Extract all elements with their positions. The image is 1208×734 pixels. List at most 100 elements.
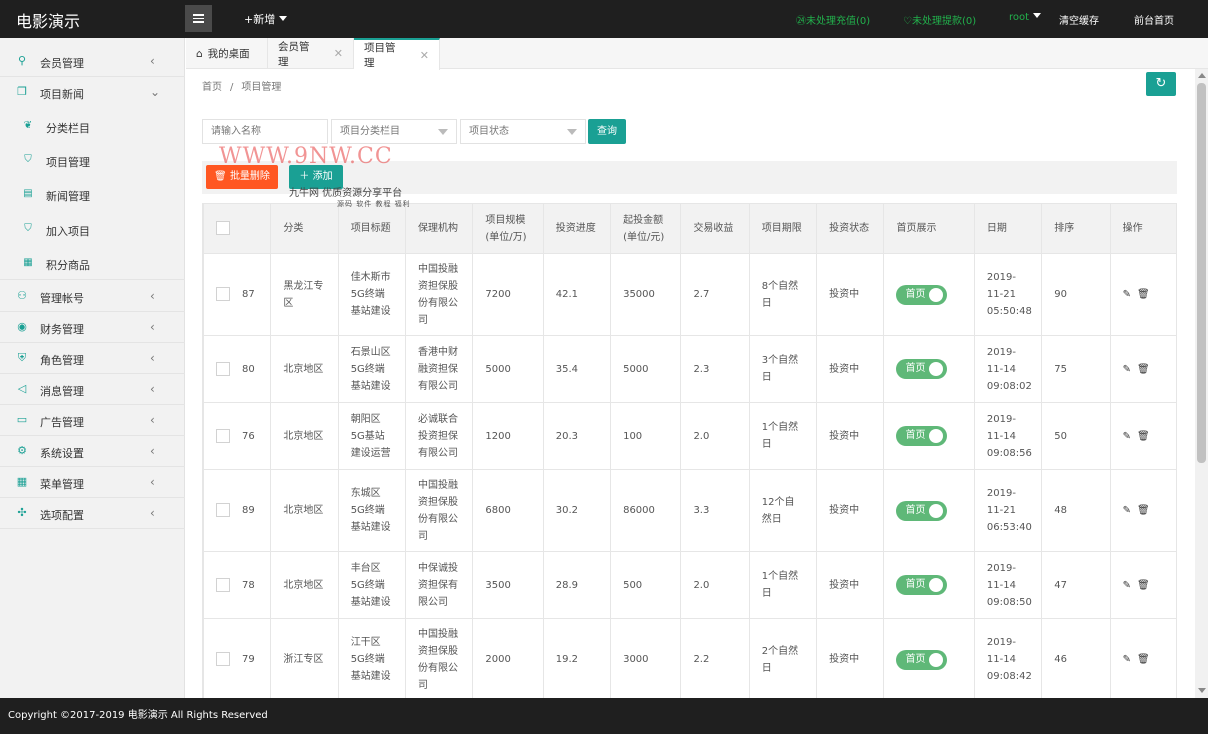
chevron-down-icon <box>1033 13 1042 18</box>
sidebar-item-options[interactable]: ✣ 选项配置 ‹ <box>0 498 185 529</box>
trash-icon[interactable]: 🗑 <box>1137 505 1150 516</box>
sidebar-item-finance[interactable]: ◉ 财务管理 ‹ <box>0 312 185 343</box>
row-checkbox[interactable] <box>216 652 230 666</box>
sidebar-item-accounts[interactable]: ⚇ 管理帐号 ‹ <box>0 281 185 312</box>
toggle-label: 首页 <box>905 579 926 590</box>
cell-scale: 6800 <box>472 469 544 552</box>
cell-term: 1个自然日 <box>748 551 818 619</box>
sidebar-item-settings[interactable]: ⚙ 系统设置 ‹ <box>0 436 185 467</box>
cell-scale: 3500 <box>472 551 544 619</box>
refresh-icon: ↻ <box>1155 76 1167 91</box>
scrollbar[interactable] <box>1195 69 1208 698</box>
sidebar-item-menus[interactable]: ▦ 菜单管理 ‹ <box>0 467 185 498</box>
trash-icon[interactable]: 🗑 <box>1137 654 1150 665</box>
cell-scale: 1200 <box>472 402 544 470</box>
home-display-toggle[interactable]: 首页 <box>896 359 948 379</box>
edit-icon[interactable]: ✎ <box>1123 505 1131 516</box>
sidebar-subitem-project-manage[interactable]: ⛉ 项目管理 <box>0 143 185 177</box>
sidebar-subitem-categories[interactable]: ❦ 分类栏目 <box>0 109 185 143</box>
frontend-home-link[interactable]: 前台首页 <box>1134 12 1174 27</box>
scrollbar-thumb[interactable] <box>1197 83 1206 463</box>
category-select[interactable]: 项目分类栏目 <box>331 119 457 144</box>
news-icon: ▤ <box>23 188 33 199</box>
row-checkbox[interactable] <box>216 577 230 592</box>
table-row: 79 浙江专区 江干区5G终端基站建设 中国投融资担保股份有限公司 2000 19.2 30… <box>203 618 1176 698</box>
edit-icon[interactable]: ✎ <box>1123 431 1131 442</box>
home-display-toggle[interactable]: 首页 <box>896 426 948 446</box>
cell-scale: 5000 <box>472 335 544 403</box>
home-display-toggle[interactable]: 首页 <box>896 575 948 595</box>
pending-withdraw-link[interactable]: ♡未处理提款(0) <box>903 12 976 27</box>
tab-project-manage[interactable]: 项目管理 ✕ <box>354 38 440 70</box>
home-display-toggle[interactable]: 首页 <box>896 284 948 305</box>
row-checkbox[interactable] <box>216 287 230 301</box>
column-header: 排序 <box>1041 203 1111 254</box>
sidebar-item-ads[interactable]: ▭ 广告管理 ‹ <box>0 405 185 436</box>
home-display-toggle[interactable]: 首页 <box>896 649 948 670</box>
trash-icon[interactable]: 🗑 <box>1137 289 1150 300</box>
sidebar-item-project-news[interactable]: ❐ 项目新闻 ⌄ <box>0 77 185 108</box>
menu-toggle-button[interactable] <box>185 5 212 32</box>
sidebar-item-roles[interactable]: ⛨ 角色管理 ‹ <box>0 343 185 374</box>
status-select[interactable]: 项目状态 <box>460 119 586 144</box>
header-checkbox-cell <box>203 203 272 254</box>
cell-category: 北京地区 <box>270 551 339 619</box>
row-checkbox[interactable] <box>216 361 230 376</box>
scroll-down-arrow[interactable] <box>1198 688 1206 693</box>
close-icon[interactable]: ✕ <box>420 49 429 62</box>
sidebar-subitem-news-manage[interactable]: ▤ 新闻管理 <box>0 177 185 211</box>
batch-delete-button[interactable]: 🗑 批量删除 <box>206 165 278 189</box>
close-icon[interactable]: ✕ <box>334 47 343 60</box>
cell-sort: 48 <box>1041 469 1111 552</box>
select-all-checkbox[interactable] <box>216 221 230 235</box>
search-button[interactable]: 查询 <box>588 119 626 144</box>
tab-desktop[interactable]: ⌂ 我的桌面 <box>186 38 268 69</box>
pending-recharge-link[interactable]: ㉔未处理充值(0) <box>796 12 870 27</box>
add-button[interactable]: ＋ 添加 <box>289 165 343 189</box>
sidebar-subitem-points-goods[interactable]: ▦ 积分商品 <box>0 246 185 280</box>
edit-icon[interactable]: ✎ <box>1123 580 1131 591</box>
row-checkbox[interactable] <box>216 428 230 443</box>
toggle-label: 首页 <box>905 653 926 665</box>
leaf-icon: ❦ <box>23 120 33 131</box>
project-table: 分类 项目标题 保理机构 项目规模(单位/万) 投资进度 起投金额(单位/元) … <box>203 203 1176 698</box>
cell-home-display: 首页 <box>883 335 975 403</box>
scroll-up-arrow[interactable] <box>1198 73 1206 78</box>
breadcrumb-home[interactable]: 首页 <box>202 82 222 93</box>
clear-cache-link[interactable]: 清空缓存 <box>1059 12 1099 27</box>
edit-icon[interactable]: ✎ <box>1123 289 1131 300</box>
chevron-left-icon: ‹ <box>150 475 155 489</box>
edit-icon[interactable]: ✎ <box>1123 654 1131 665</box>
trash-icon[interactable]: 🗑 <box>1137 431 1150 442</box>
cell-title: 石景山区5G终端基站建设 <box>337 335 407 403</box>
breadcrumb: 首页 / 项目管理 <box>202 78 281 93</box>
trash-icon[interactable]: 🗑 <box>1137 580 1150 591</box>
sidebar-item-members[interactable]: ⚲ 会员管理 ‹ <box>0 46 185 77</box>
chevron-left-icon: ‹ <box>150 506 155 520</box>
gift-icon: ▦ <box>23 257 33 268</box>
grid-icon: ▦ <box>16 475 28 488</box>
trash-icon[interactable]: 🗑 <box>1137 364 1150 375</box>
column-header: 保理机构 <box>405 203 474 254</box>
home-display-toggle[interactable]: 首页 <box>896 500 948 521</box>
column-header: 日期 <box>973 203 1043 254</box>
refresh-button[interactable]: ↻ <box>1146 72 1176 96</box>
cell-home-display: 首页 <box>883 551 975 619</box>
account-icon: ⚇ <box>17 289 27 302</box>
tab-members[interactable]: 会员管理 ✕ <box>268 38 354 69</box>
tab-bar: ⌂ 我的桌面 会员管理 ✕ 项目管理 ✕ <box>186 38 1208 70</box>
name-search-input[interactable]: 请输入名称 <box>202 119 328 144</box>
cell-status: 投资中 <box>816 551 885 619</box>
add-new-menu[interactable]: +新增 <box>244 11 288 27</box>
sidebar-subitem-join-project[interactable]: ⛉ 加入项目 <box>0 212 185 246</box>
chevron-left-icon: ‹ <box>150 382 155 396</box>
cell-progress: 42.1 <box>542 253 612 336</box>
cell-min: 35000 <box>610 253 682 336</box>
chevron-down-icon: ⌄ <box>150 85 161 99</box>
row-checkbox[interactable] <box>216 503 230 517</box>
cell-actions: ✎ 🗑 <box>1109 253 1176 336</box>
app-logo[interactable]: 电影演示 <box>16 8 80 32</box>
sidebar-item-messages[interactable]: ◁ 消息管理 ‹ <box>0 374 185 405</box>
user-menu[interactable]: root <box>1009 12 1042 23</box>
edit-icon[interactable]: ✎ <box>1123 364 1131 375</box>
